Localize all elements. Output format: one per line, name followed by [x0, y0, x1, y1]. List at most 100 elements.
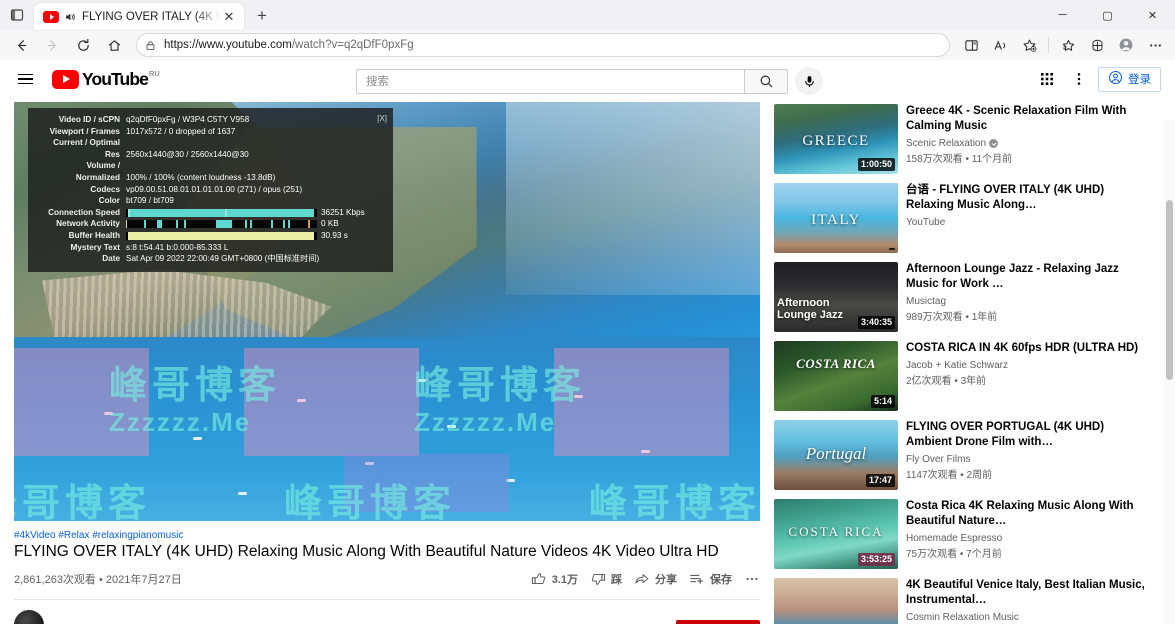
hamburger-menu-icon[interactable] — [14, 67, 38, 91]
video-info: 4K Beautiful Venice Italy, Best Italian … — [906, 578, 1146, 624]
list-item[interactable]: Portugal 17:47 FLYING OVER PORTUGAL (4K … — [774, 420, 1146, 490]
forward-icon[interactable] — [37, 32, 67, 58]
share-button[interactable]: 分享 — [634, 571, 677, 587]
video-thumbnail[interactable]: Portugal 17:47 — [774, 420, 898, 490]
stats-value: Sat Apr 09 2022 22:00:49 GMT+0800 (中国标准时… — [126, 254, 320, 264]
read-aloud-icon[interactable] — [986, 32, 1014, 58]
split-screen-icon[interactable] — [957, 32, 985, 58]
url-path: /watch?v=q2qDfF0pxFg — [291, 39, 414, 51]
video-channel[interactable]: YouTube — [906, 217, 1146, 228]
video-channel[interactable]: Scenic Relaxation — [906, 138, 1146, 149]
stats-key: Codecs — [90, 184, 120, 194]
stats-value: 36251 Kbps — [321, 207, 365, 217]
stats-key: Video ID / sCPN — [58, 115, 120, 124]
video-title: 4K Beautiful Venice Italy, Best Italian … — [906, 579, 1145, 606]
back-icon[interactable] — [6, 32, 36, 58]
scrollbar-thumb[interactable] — [1166, 200, 1173, 380]
video-info: FLYING OVER PORTUGAL (4K UHD) Ambient Dr… — [906, 420, 1146, 490]
video-channel[interactable]: Musictag — [906, 296, 1146, 307]
video-thumbnail[interactable]: GREECE 1:00:50 — [774, 104, 898, 174]
stats-close-icon[interactable]: [X] — [377, 113, 387, 125]
channel-name: Homemade Espresso — [906, 533, 1003, 544]
save-button[interactable]: 保存 — [689, 571, 732, 587]
stats-row: Date Sat Apr 09 2022 22:00:49 GMT+0800 (… — [34, 253, 385, 265]
video-thumbnail[interactable]: Afternoon Lounge Jazz 3:40:35 — [774, 262, 898, 332]
browser-essentials-icon[interactable] — [1083, 32, 1111, 58]
close-icon[interactable]: ✕ — [220, 8, 238, 26]
tab-actions-icon[interactable] — [0, 0, 34, 30]
permissions-icon[interactable] — [145, 40, 156, 51]
list-item[interactable]: GREECE 1:00:50 Greece 4K - Scenic Relaxa… — [774, 104, 1146, 174]
home-icon[interactable] — [99, 32, 129, 58]
video-title: FLYING OVER ITALY (4K UHD) Relaxing Musi… — [14, 543, 719, 560]
stats-bar-row-buffer: Buffer Health 30.93 s — [34, 230, 385, 242]
divider — [14, 599, 760, 600]
video-thumbnail[interactable]: 49:09 — [774, 578, 898, 624]
list-item[interactable]: ITALY 台语 - FLYING OVER ITALY (4K UHD) Re… — [774, 183, 1146, 253]
stats-value: bt709 / bt709 — [126, 196, 174, 206]
video-duration: 1:00:50 — [857, 158, 895, 171]
video-channel[interactable]: Jacob + Katie Schwarz — [906, 360, 1146, 371]
list-item[interactable]: Afternoon Lounge Jazz 3:40:35 Afternoon … — [774, 262, 1146, 332]
channel-name: Jacob + Katie Schwarz — [906, 360, 1008, 371]
video-channel[interactable]: Fly Over Films — [906, 454, 1146, 465]
new-tab-button[interactable]: + — [248, 2, 276, 30]
apps-grid-icon[interactable] — [1034, 66, 1060, 92]
video-player[interactable]: 峰哥博客 Zzzzzz.Me 峰哥博客 Zzzzzz.Me 峰哥博客 峰哥博客 … — [14, 102, 760, 521]
favorites-icon[interactable] — [1054, 32, 1082, 58]
browser-titlebar: FLYING OVER ITALY (4K UH ✕ + ─ ▢ ✕ — [0, 0, 1175, 30]
signin-button[interactable]: 登录 — [1098, 66, 1161, 92]
video-views-date: 2,861,263次观看 • 2021年7月27日 — [14, 574, 182, 586]
video-channel[interactable]: Homemade Espresso — [906, 533, 1146, 544]
network-activity-bar — [126, 220, 317, 229]
page-scrollbar[interactable] — [1164, 120, 1175, 624]
list-item[interactable]: 49:09 4K Beautiful Venice Italy, Best It… — [774, 578, 1146, 624]
maximize-button[interactable]: ▢ — [1085, 0, 1130, 30]
minimize-button[interactable]: ─ — [1040, 0, 1085, 30]
window-close-button[interactable]: ✕ — [1130, 0, 1175, 30]
settings-more-icon[interactable] — [1141, 32, 1169, 58]
browser-navbar: https://www.youtube.com/watch?v=q2qDfF0p… — [0, 30, 1175, 60]
list-item[interactable]: COSTA RICA 5:14 COSTA RICA IN 4K 60fps H… — [774, 341, 1146, 411]
thumbs-down-icon — [590, 571, 606, 587]
profile-icon[interactable] — [1112, 32, 1140, 58]
video-duration: 5:14 — [870, 395, 895, 408]
like-button[interactable]: 3.1万 — [531, 571, 578, 587]
thumbnail-text: Portugal — [805, 443, 867, 463]
subscribe-button[interactable] — [676, 620, 760, 624]
thumbnail-text: ITALY — [811, 212, 861, 229]
search-input[interactable]: 搜索 — [356, 68, 744, 94]
video-channel[interactable]: Cosmin Relaxation Music — [906, 612, 1146, 623]
reload-icon[interactable] — [68, 32, 98, 58]
stats-key: Connection Speed — [48, 207, 120, 217]
address-bar[interactable]: https://www.youtube.com/watch?v=q2qDfF0p… — [136, 33, 950, 57]
like-count: 3.1万 — [551, 574, 578, 586]
dislike-button[interactable]: 踩 — [590, 571, 622, 587]
avatar[interactable] — [14, 610, 44, 624]
browser-tab[interactable]: FLYING OVER ITALY (4K UH ✕ — [34, 3, 244, 30]
add-favorite-icon[interactable] — [1015, 32, 1043, 58]
video-tags[interactable]: #4kVideo #Relax #relaxingpianomusic — [14, 530, 760, 541]
video-info: 台语 - FLYING OVER ITALY (4K UHD) Relaxing… — [906, 183, 1146, 253]
channel-name: Fly Over Films — [906, 454, 971, 465]
search-icon[interactable] — [744, 68, 788, 94]
speaker-icon[interactable] — [64, 11, 76, 23]
more-vertical-icon[interactable] — [1066, 66, 1092, 92]
stats-for-nerds-panel[interactable]: [X] Video ID / sCPN q2qDfF0pxFg / W3P4 C… — [28, 108, 393, 272]
video-thumbnail[interactable]: COSTA RICA 5:14 — [774, 341, 898, 411]
stats-value: 1017x572 / 0 dropped of 1637 — [126, 126, 236, 136]
list-item[interactable]: COSTA RICA 3:53:25 Costa Rica 4K Relaxin… — [774, 499, 1146, 569]
youtube-play-icon — [52, 69, 79, 89]
video-thumbnail[interactable]: ITALY — [774, 183, 898, 253]
channel-name: Musictag — [906, 296, 947, 307]
video-thumbnail[interactable]: COSTA RICA 3:53:25 — [774, 499, 898, 569]
youtube-logo[interactable]: YouTube RU — [52, 69, 160, 89]
video-duration: 3:53:25 — [857, 553, 895, 566]
stats-key: Network Activity — [56, 219, 120, 229]
thumbnail-text: COSTA RICA — [788, 524, 884, 540]
more-actions-button[interactable] — [744, 571, 760, 587]
video-meta-row: 2,861,263次观看 • 2021年7月27日 3.1万 踩 分享 保存 — [14, 568, 760, 590]
microphone-icon[interactable] — [795, 67, 823, 95]
related-videos-sidebar: GREECE 1:00:50 Greece 4K - Scenic Relaxa… — [774, 102, 1146, 624]
stats-key: Normalized — [75, 172, 120, 182]
